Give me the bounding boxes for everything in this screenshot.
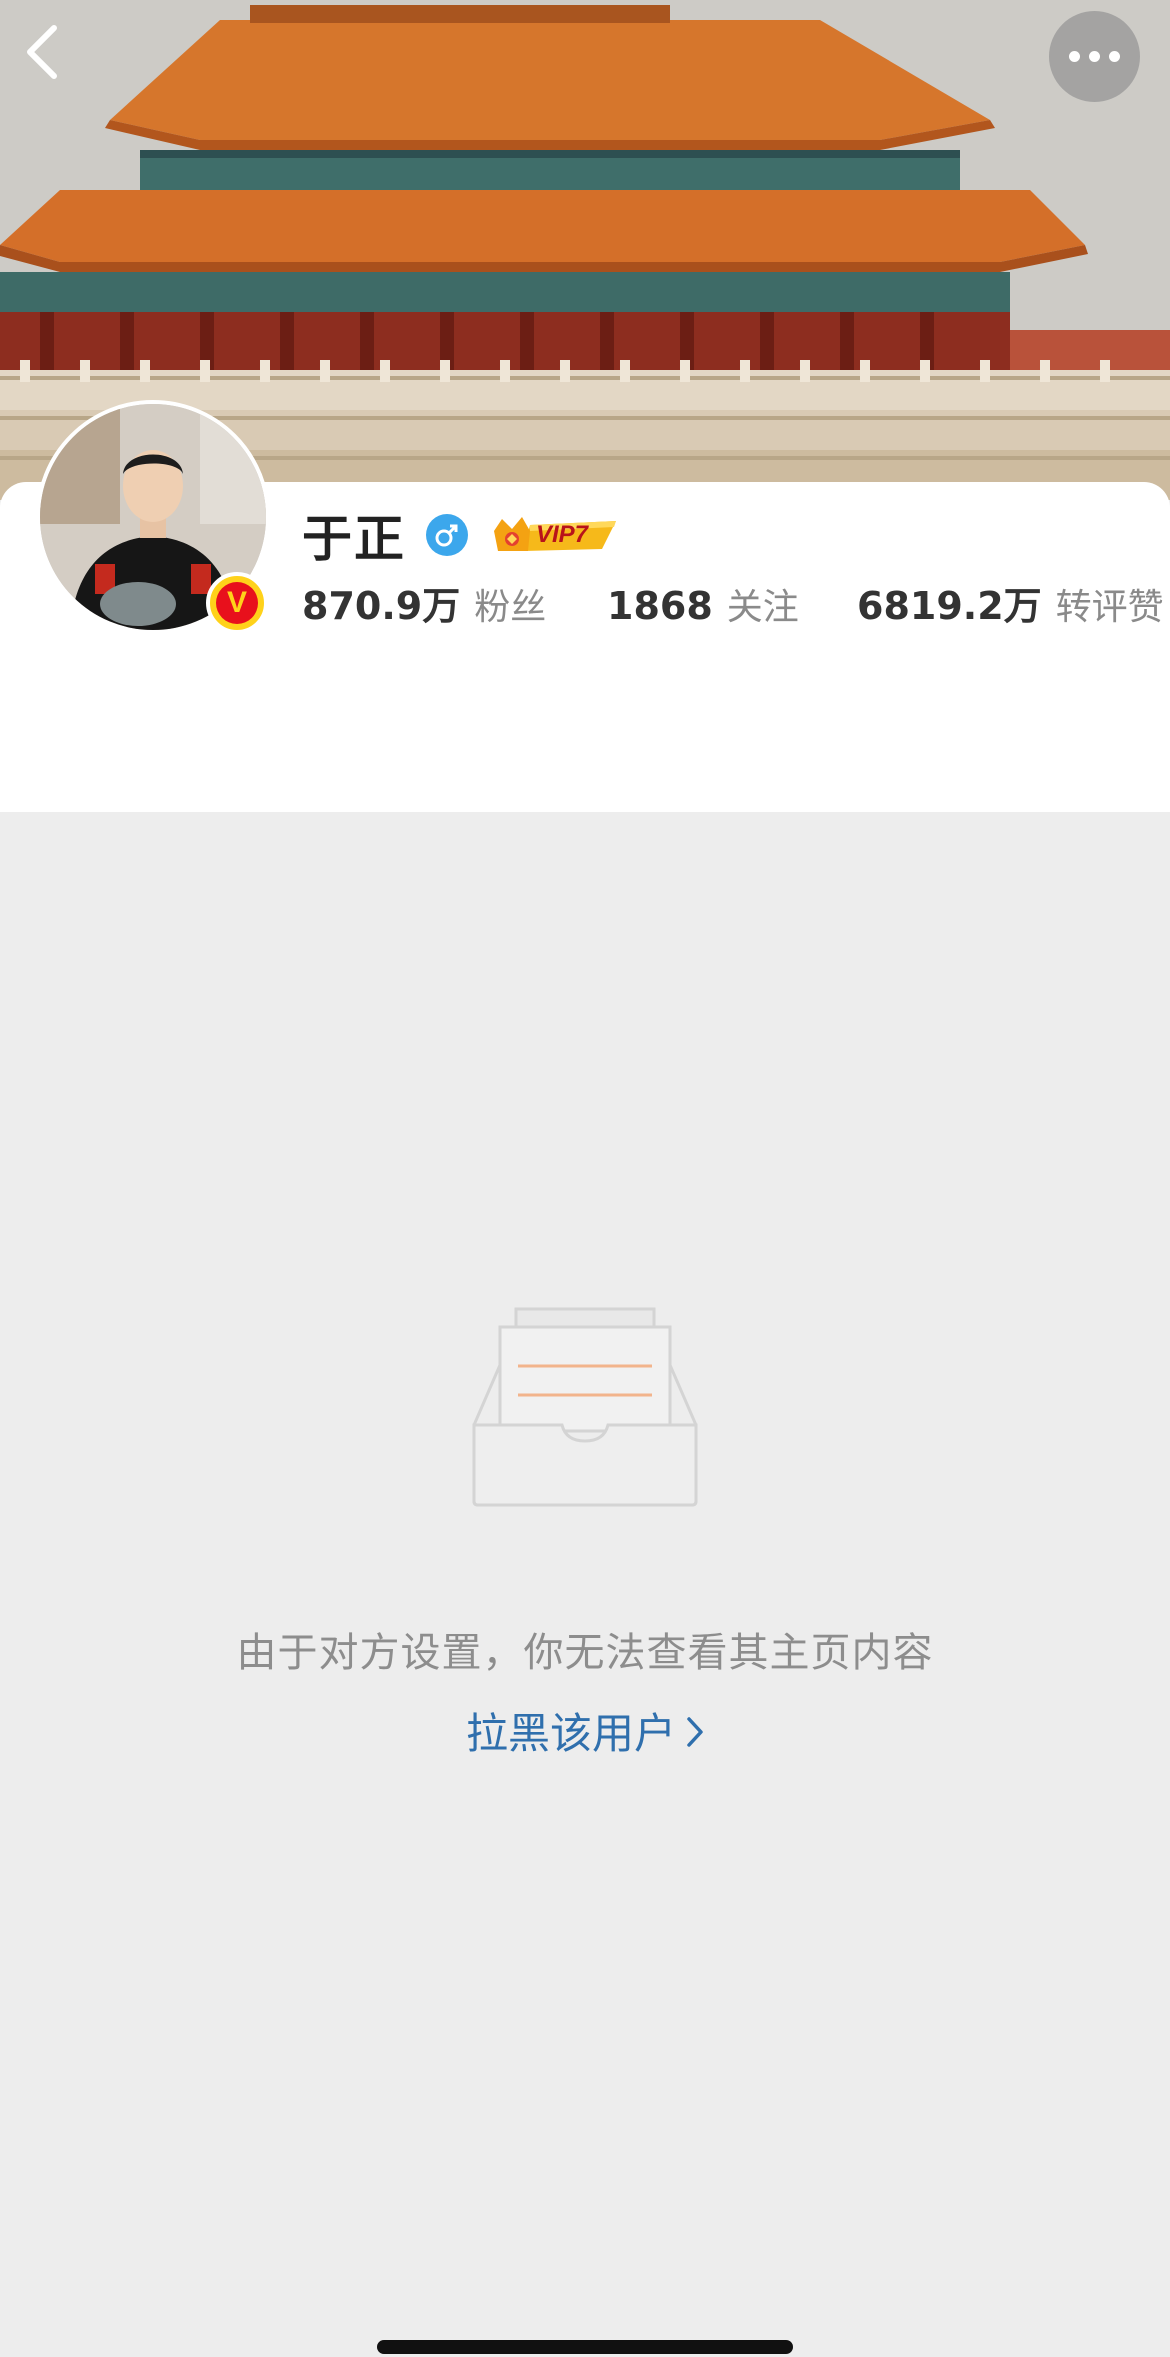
stats-row: 870.9万 粉丝 1868 关注 6819.2万 转评赞 xyxy=(302,575,1164,635)
engagement-count: 6819.2万 xyxy=(857,584,1042,628)
following-count: 1868 xyxy=(607,584,713,628)
avatar[interactable]: V xyxy=(36,400,270,634)
following-label: 关注 xyxy=(726,587,799,628)
male-symbol xyxy=(435,524,458,547)
block-user-label: 拉黑该用户 xyxy=(465,1709,676,1758)
more-options-button[interactable] xyxy=(1049,11,1140,102)
name-row: 于正 VIP7 xyxy=(302,500,620,570)
verified-badge: V xyxy=(206,572,268,634)
engagement-stat[interactable]: 6819.2万 转评赞 xyxy=(857,575,1164,630)
profile-page: V 于正 VIP7 870.9万 粉丝 1868 关注 6819.2万 转评赞 … xyxy=(0,0,1170,2357)
user-name: 于正 xyxy=(302,510,406,568)
back-button[interactable] xyxy=(22,22,86,86)
vip-label: VIP7 xyxy=(536,521,589,548)
ellipsis-dot xyxy=(1089,51,1100,62)
block-user-link[interactable]: 拉黑该用户 xyxy=(0,1700,1170,1761)
followers-label: 粉丝 xyxy=(474,587,547,628)
empty-inbox-icon xyxy=(470,1305,700,1510)
chevron-left-icon xyxy=(27,25,57,79)
followers-stat[interactable]: 870.9万 粉丝 xyxy=(302,575,607,630)
chevron-right-icon xyxy=(686,1712,704,1758)
male-icon xyxy=(426,514,468,556)
ellipsis-dot xyxy=(1109,51,1120,62)
home-indicator[interactable] xyxy=(377,2340,793,2354)
verified-v-icon: V xyxy=(216,582,258,624)
vip-badge[interactable]: VIP7 xyxy=(490,513,620,557)
engagement-label: 转评赞 xyxy=(1055,587,1164,628)
empty-inbox-drawing xyxy=(472,1307,698,1507)
chevron-right-glyph xyxy=(687,1717,703,1747)
following-stat[interactable]: 1868 关注 xyxy=(607,578,857,630)
ellipsis-icon xyxy=(1069,51,1080,62)
empty-state-message: 由于对方设置，你无法查看其主页内容 xyxy=(236,1630,934,1676)
followers-count: 870.9万 xyxy=(302,584,461,628)
